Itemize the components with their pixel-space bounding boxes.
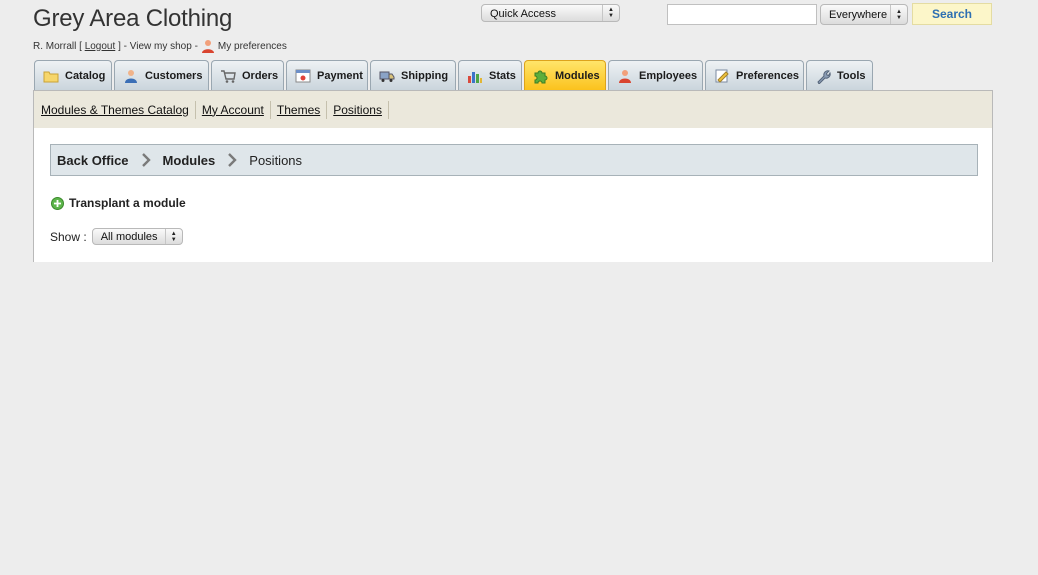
show-modules-select[interactable]: All modules ▲ ▼ xyxy=(91,228,183,245)
select-arrows-icon: ▲ ▼ xyxy=(602,5,619,21)
tab-label: Shipping xyxy=(401,69,449,82)
tab-catalog[interactable]: Catalog xyxy=(34,60,112,90)
subnav-catalog-link[interactable]: Modules & Themes Catalog xyxy=(41,100,196,119)
my-preferences-link[interactable]: My preferences xyxy=(218,41,287,52)
show-value: All modules xyxy=(100,231,158,243)
show-filter: Show : All modules ▲ ▼ xyxy=(50,228,183,245)
view-shop-link[interactable]: ] - View my shop - xyxy=(118,41,198,52)
search-scope-select[interactable]: Everywhere ▲ ▼ xyxy=(820,4,908,25)
tab-label: Tools xyxy=(837,69,866,82)
tab-orders[interactable]: Orders xyxy=(211,60,284,90)
tab-label: Payment xyxy=(317,69,363,82)
user-name: R. Morrall xyxy=(33,40,77,52)
breadcrumb-back-office[interactable]: Back Office xyxy=(57,153,129,168)
user-line: R. Morrall [ Logout ] - View my shop - M… xyxy=(33,39,287,53)
tab-label: Preferences xyxy=(736,69,799,82)
tab-stats[interactable]: Stats xyxy=(458,60,522,90)
tab-label: Catalog xyxy=(65,69,106,82)
tab-label: Modules xyxy=(555,69,600,82)
show-label: Show : xyxy=(50,229,87,244)
tab-label: Employees xyxy=(639,69,698,82)
tab-label: Orders xyxy=(242,69,279,82)
quick-access-value: Quick Access xyxy=(490,8,557,20)
quick-access-select[interactable]: Quick Access ▲ ▼ xyxy=(481,4,620,22)
tab-customers[interactable]: Customers xyxy=(114,60,209,90)
tab-employees[interactable]: Employees xyxy=(608,60,703,90)
customer-icon xyxy=(123,68,139,84)
tab-preferences[interactable]: Preferences xyxy=(705,60,804,90)
breadcrumb-modules[interactable]: Modules xyxy=(163,153,216,168)
modules-subnav: Modules & Themes Catalog My Account Them… xyxy=(33,90,993,129)
employee-icon xyxy=(201,39,215,53)
employee-icon xyxy=(617,68,633,84)
subnav-positions-link[interactable]: Positions xyxy=(333,100,389,119)
chart-icon xyxy=(467,68,483,84)
breadcrumb-positions: Positions xyxy=(249,152,303,168)
chevron-right-icon xyxy=(227,153,237,167)
payment-icon xyxy=(295,68,311,84)
tab-label: Stats xyxy=(489,69,516,82)
tab-tools[interactable]: Tools xyxy=(806,60,873,90)
logout-link[interactable]: Logout xyxy=(85,41,116,52)
wrench-icon xyxy=(815,68,831,85)
select-arrows-icon: ▲ ▼ xyxy=(890,5,907,24)
tab-label: Customers xyxy=(145,69,203,82)
transplant-module-link[interactable]: Transplant a module xyxy=(51,196,186,210)
shop-title: Grey Area Clothing xyxy=(33,5,233,32)
subnav-my-account-link[interactable]: My Account xyxy=(202,100,271,119)
tab-shipping[interactable]: Shipping xyxy=(370,60,456,90)
preferences-icon xyxy=(714,68,730,84)
tab-payment[interactable]: Payment xyxy=(286,60,368,90)
add-icon xyxy=(51,196,64,210)
logout-prefix: [ xyxy=(79,40,82,52)
cart-icon xyxy=(220,68,236,84)
search-button[interactable]: Search xyxy=(912,3,992,25)
search-scope-value: Everywhere xyxy=(829,9,888,21)
breadcrumb: Back Office Modules Positions xyxy=(50,144,978,176)
chevron-right-icon xyxy=(141,153,151,167)
puzzle-icon xyxy=(533,68,549,84)
tab-modules[interactable]: Modules xyxy=(524,60,606,90)
select-arrows-icon: ▲ ▼ xyxy=(164,229,182,244)
transplant-label: Transplant a module xyxy=(69,196,186,210)
folder-icon xyxy=(43,68,59,84)
content-panel: Back Office Modules Positions Transplant… xyxy=(33,128,993,262)
truck-icon xyxy=(379,68,395,84)
subnav-themes-link[interactable]: Themes xyxy=(277,100,328,119)
search-input[interactable] xyxy=(667,4,817,25)
